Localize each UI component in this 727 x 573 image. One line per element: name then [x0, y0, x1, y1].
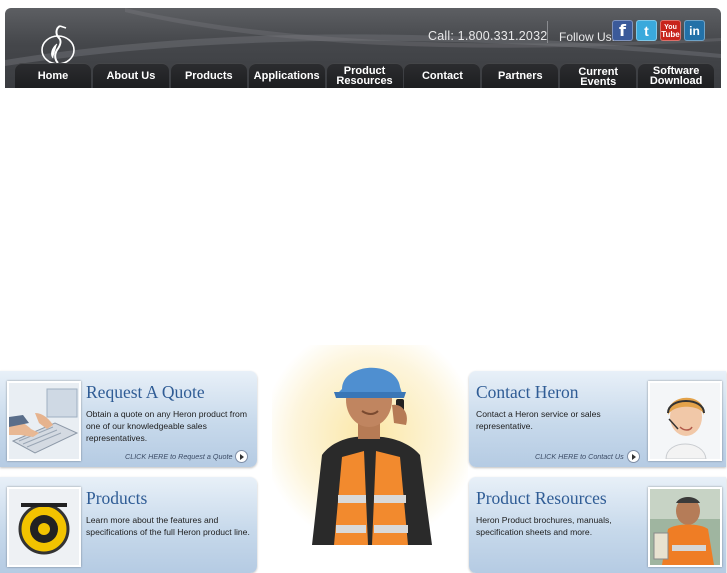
nav-label: About Us — [106, 69, 156, 82]
nav-label-line1: Product — [343, 64, 386, 77]
product-reel-image — [7, 487, 81, 567]
youtube-icon[interactable]: You Tube — [660, 20, 681, 41]
nav-home[interactable]: Home — [15, 63, 91, 88]
worker-photo — [272, 345, 468, 545]
nav-label: Products — [184, 69, 233, 82]
nav-label-line2: Download — [649, 74, 703, 87]
nav-contact[interactable]: Contact — [404, 63, 481, 88]
product-resources-title[interactable]: Product Resources — [476, 488, 607, 509]
nav-software-download[interactable]: Software Download — [638, 63, 715, 88]
header-divider — [547, 21, 548, 43]
main-nav: Home About Us Products Applications Prod… — [15, 63, 716, 88]
request-quote-text: Obtain a quote on any Heron product from… — [86, 409, 247, 443]
product-resources-text: Heron Product brochures, manuals, specif… — [476, 515, 612, 537]
request-quote-title[interactable]: Request A Quote — [86, 382, 205, 403]
request-quote-panel[interactable]: Request A Quote Obtain a quote on any He… — [0, 371, 257, 467]
product-resources-panel[interactable]: Product Resources Heron Product brochure… — [469, 477, 726, 573]
nav-label: Home — [37, 69, 69, 82]
products-text: Learn more about the features and specif… — [86, 515, 250, 537]
nav-product-resources[interactable]: Product Resources — [326, 63, 403, 88]
nav-about-us[interactable]: About Us — [92, 63, 169, 88]
facebook-icon[interactable]: f — [612, 20, 633, 41]
play-arrow-icon — [235, 450, 249, 463]
nav-current-events[interactable]: Current Events — [560, 63, 637, 88]
products-title[interactable]: Products — [86, 488, 147, 509]
nav-label: Applications — [253, 69, 320, 82]
contact-heron-panel[interactable]: Contact Heron Contact a Heron service or… — [469, 371, 726, 467]
nav-products[interactable]: Products — [170, 63, 247, 88]
nav-partners[interactable]: Partners — [482, 63, 559, 88]
request-quote-link-label: CLICK HERE to Request a Quote — [125, 452, 233, 461]
play-arrow-icon — [626, 450, 640, 463]
nav-label-line1: Software — [652, 64, 700, 77]
contact-heron-text: Contact a Heron service or sales represe… — [476, 409, 601, 431]
products-panel[interactable]: Products Learn more about the features a… — [0, 477, 257, 573]
headset-rep-image — [648, 381, 722, 461]
youtube-icon-bottom: Tube — [661, 29, 680, 39]
field-worker-image — [648, 487, 722, 567]
nav-label: Partners — [498, 69, 543, 82]
nav-applications[interactable]: Applications — [248, 63, 325, 88]
contact-heron-title[interactable]: Contact Heron — [476, 382, 579, 403]
nav-label: Current Events — [578, 66, 619, 88]
keyboard-hands-image — [7, 381, 81, 461]
linkedin-icon[interactable]: in — [684, 20, 705, 41]
contact-us-link-label: CLICK HERE to Contact Us — [535, 452, 624, 461]
heron-logo[interactable] — [38, 22, 78, 66]
follow-us-label: Follow Us: — [559, 30, 616, 44]
twitter-icon[interactable]: t — [636, 20, 657, 41]
request-quote-link[interactable]: CLICK HERE to Request a Quote — [125, 450, 249, 463]
nav-label-line2: Resources — [336, 74, 393, 87]
phone-number: Call: 1.800.331.2032 — [428, 29, 548, 43]
nav-label: Contact — [421, 69, 463, 82]
contact-us-link[interactable]: CLICK HERE to Contact Us — [535, 450, 640, 463]
